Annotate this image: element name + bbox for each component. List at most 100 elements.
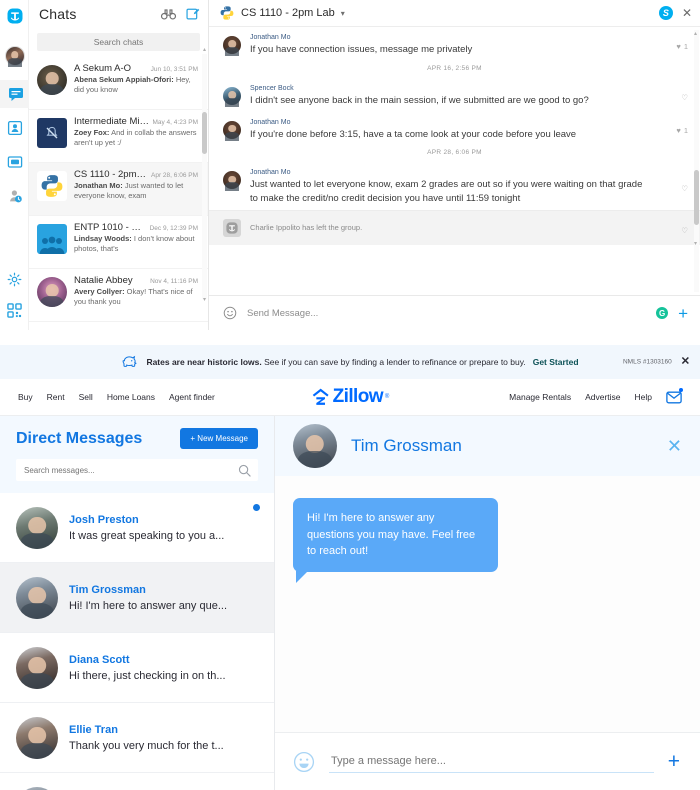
list-item-selected[interactable]: CS 1110 - 2pm Lab Apr 28, 6:06 PM Jonath… (29, 163, 208, 216)
skype-badge-icon[interactable]: S (658, 6, 673, 20)
new-message-button[interactable]: + New Message (180, 428, 258, 449)
zillow-logo[interactable]: Zillow ® (311, 386, 389, 408)
skype-system-icon (223, 218, 241, 237)
date-divider: APR 28, 6:06 PM (427, 149, 482, 157)
skype-logo-icon (0, 2, 29, 30)
message-row: Jonathan Mo If you have connection issue… (209, 27, 700, 61)
conversation-scroll-thumb[interactable] (694, 170, 699, 225)
nav-item-sell[interactable]: Sell (79, 392, 93, 402)
zillow-navbar: Buy Rent Sell Home Loans Agent finder Zi… (0, 379, 700, 416)
get-started-link[interactable]: Get Started (533, 357, 579, 367)
nav-item-rent[interactable]: Rent (47, 392, 65, 402)
inbox-envelope-icon[interactable] (666, 387, 683, 405)
close-icon[interactable]: ✕ (682, 7, 692, 19)
list-item[interactable]: Intermediate Mir... May 4, 4:23 PM Zoey … (29, 110, 208, 163)
nav-item-home-loans[interactable]: Home Loans (107, 392, 155, 402)
heart-icon[interactable]: ♥ (676, 127, 680, 136)
compose-pencil-icon[interactable] (186, 7, 200, 21)
avatar (37, 65, 67, 95)
reaction-group[interactable]: ♡ (681, 184, 688, 193)
list-item[interactable]: A Sekum A-O Jun 10, 3:51 PM Abena Sekum … (29, 57, 208, 110)
group-avatar-muted (37, 118, 67, 148)
binoculars-icon[interactable] (160, 8, 177, 20)
message-sender: Jonathan Mo (250, 169, 291, 177)
message-input[interactable] (329, 750, 654, 773)
chevron-down-icon[interactable]: ▾ (341, 9, 345, 18)
thread-name: Tim Grossman (69, 583, 146, 596)
avatar (223, 120, 241, 139)
message-text: If you have connection issues, message m… (250, 44, 473, 55)
list-item[interactable]: Josh Preston It was great speaking to yo… (0, 493, 274, 563)
list-item[interactable]: Natalie Abbey Nov 4, 11:16 PM Avery Coll… (29, 269, 208, 322)
grammarly-icon[interactable]: G (656, 307, 669, 319)
thread-name: Josh Preston (69, 513, 139, 526)
contact-name: Tim Grossman (351, 436, 462, 455)
list-item-selected[interactable]: Tim Grossman Hi! I'm here to answer any … (0, 563, 274, 633)
conversation-scroll-up[interactable]: ▴ (692, 30, 699, 37)
dm-composer: + (275, 732, 700, 790)
chat-list-scrollbar[interactable] (202, 54, 207, 299)
dm-search-wrap (16, 459, 258, 481)
list-item-partial[interactable] (29, 322, 208, 330)
python-logo-icon (37, 171, 67, 201)
message-list: Jonathan Mo If you have connection issue… (209, 27, 700, 295)
heart-outline-icon[interactable]: ♡ (681, 184, 688, 193)
chat-time: Jun 10, 3:51 PM (150, 66, 198, 73)
close-icon[interactable]: ✕ (667, 437, 682, 455)
avatar (223, 36, 241, 54)
system-message-row: Charlie Ippolito has left the group. ♡ (209, 209, 700, 245)
add-attachment-plus-icon[interactable]: + (678, 305, 688, 322)
window-gap-divider (0, 330, 700, 345)
nav-item-help[interactable]: Help (635, 392, 652, 402)
rail-item-contacts[interactable] (0, 114, 29, 142)
chat-list-scroll-down[interactable]: ▾ (201, 296, 208, 303)
reaction-group[interactable]: ♥ 1 (676, 127, 688, 136)
send-message-input[interactable]: Send Message... (247, 308, 646, 319)
nav-item-manage-rentals[interactable]: Manage Rentals (509, 392, 571, 402)
thread-preview: Hi there, just checking in on th... (69, 669, 226, 682)
date-divider: APR 16, 2:56 PM (427, 64, 482, 72)
rail-profile-avatar[interactable] (0, 42, 29, 70)
avatar (16, 646, 58, 689)
list-item[interactable]: ENTP 1010 - Clot... Dec 9, 12:39 PM Lind… (29, 216, 208, 269)
rail-item-notifications[interactable] (0, 148, 29, 176)
banner-text: Rates are near historic lows. See if you… (146, 357, 525, 367)
group-avatar (37, 224, 67, 254)
nav-item-agent-finder[interactable]: Agent finder (169, 392, 215, 402)
dm-thread-list: Josh Preston It was great speaking to yo… (0, 493, 274, 790)
smiley-icon[interactable] (223, 306, 237, 320)
thread-preview: Hi! I'm here to answer any que... (69, 599, 228, 612)
avatar (223, 86, 241, 105)
reaction-group[interactable]: ♡ (681, 226, 688, 235)
thread-preview: It was great speaking to you a... (69, 529, 225, 542)
conversation-title[interactable]: CS 1110 - 2pm Lab (241, 7, 335, 19)
close-icon[interactable]: ✕ (681, 356, 690, 368)
nav-item-advertise[interactable]: Advertise (585, 392, 620, 402)
conversation-scroll-down[interactable]: ▾ (692, 240, 699, 247)
nmls-label: NMLS #1303160 (622, 358, 672, 366)
chat-list-scroll-up[interactable]: ▴ (201, 46, 208, 53)
reaction-group[interactable]: ♥ 1 (676, 42, 688, 51)
conversation-scrollbar[interactable] (694, 30, 699, 292)
nav-item-buy[interactable]: Buy (18, 392, 33, 402)
list-item[interactable]: Diana Scott Hi there, just checking in o… (0, 633, 274, 703)
heart-outline-icon[interactable]: ♡ (681, 93, 688, 102)
chat-list-scroll-thumb[interactable] (202, 112, 207, 154)
qr-code-icon[interactable] (0, 296, 29, 324)
settings-gear-icon[interactable] (0, 265, 29, 293)
search-icon[interactable] (238, 464, 251, 482)
rail-item-chats[interactable] (0, 80, 29, 108)
smiley-face-icon[interactable] (293, 751, 315, 773)
message-sender: Jonathan Mo (250, 34, 291, 41)
list-item[interactable]: Ellie Tran Thank you very much for the t… (0, 703, 274, 773)
add-attachment-plus-icon[interactable]: + (668, 751, 680, 772)
heart-icon[interactable]: ♥ (676, 42, 680, 51)
reaction-group[interactable]: ♡ (681, 93, 688, 102)
heart-outline-icon[interactable]: ♡ (681, 226, 688, 235)
message-text: I didn't see anyone back in the main ses… (250, 94, 589, 106)
rail-item-recent[interactable] (0, 182, 29, 210)
chat-name: Natalie Abbey (74, 275, 133, 286)
search-messages-input[interactable] (16, 459, 258, 481)
search-chats-input[interactable] (37, 33, 200, 51)
list-item-partial[interactable] (0, 773, 274, 790)
